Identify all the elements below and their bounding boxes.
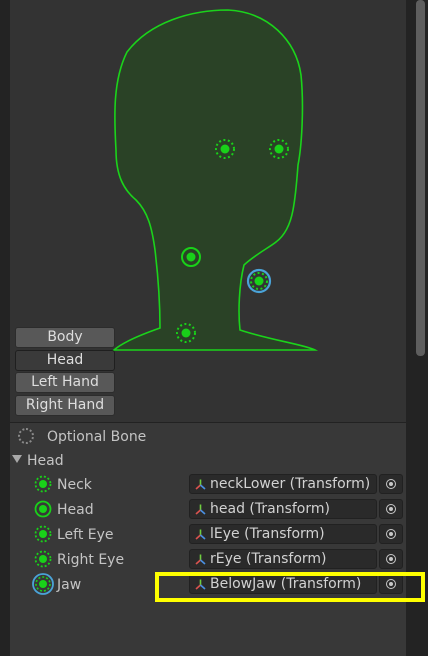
head-transform-field[interactable]: head (Transform) <box>189 499 377 519</box>
object-picker-icon <box>386 504 396 514</box>
left-eye-transform-field[interactable]: lEye (Transform) <box>189 524 377 544</box>
optional-bone-icon <box>18 428 34 444</box>
neck-bone-status-icon <box>34 475 52 493</box>
jaw-bone-status-icon <box>32 573 54 595</box>
body-part-button-head[interactable]: Head <box>15 350 115 371</box>
head-transform-value: head (Transform) <box>210 501 330 517</box>
object-picker-button[interactable] <box>379 549 403 569</box>
head-group-foldout[interactable]: Head <box>27 451 64 471</box>
left-eye-transform-value: lEye (Transform) <box>210 526 325 542</box>
body-part-button-body[interactable]: Body <box>15 327 115 348</box>
object-picker-icon <box>386 554 396 564</box>
body-part-button-left-hand[interactable]: Left Hand <box>15 372 115 393</box>
transform-icon <box>195 479 206 490</box>
object-picker-button[interactable] <box>379 474 403 494</box>
right-eye-bone-status-icon <box>34 550 52 568</box>
optional-bone-legend: Optional Bone <box>47 429 147 445</box>
left-eye-bone-status-icon <box>34 525 52 543</box>
transform-icon <box>195 554 206 565</box>
left-eye-label: Left Eye <box>57 527 114 543</box>
body-part-button-right-hand[interactable]: Right Hand <box>15 395 115 416</box>
jaw-label: Jaw <box>57 577 82 593</box>
object-picker-button[interactable] <box>379 499 403 519</box>
object-picker-icon <box>386 479 396 489</box>
head-bone-status-icon <box>34 500 52 518</box>
transform-icon <box>195 529 206 540</box>
divider <box>10 422 406 423</box>
scrollbar-thumb[interactable] <box>416 0 425 356</box>
head-outline <box>111 9 319 351</box>
jaw-bone-marker[interactable] <box>246 268 272 294</box>
neck-transform-field[interactable]: neckLower (Transform) <box>189 474 377 494</box>
transform-icon <box>195 504 206 515</box>
neck-label: Neck <box>57 477 92 493</box>
right-eye-label: Right Eye <box>57 552 125 568</box>
object-picker-icon <box>386 529 396 539</box>
foldout-arrow-icon[interactable] <box>12 455 22 463</box>
right-eye-transform-value: rEye (Transform) <box>210 551 327 567</box>
head-label: Head <box>57 502 94 518</box>
object-picker-button[interactable] <box>379 524 403 544</box>
jaw-field-highlight <box>155 572 425 602</box>
right-eye-transform-field[interactable]: rEye (Transform) <box>189 549 377 569</box>
neck-transform-value: neckLower (Transform) <box>210 476 371 492</box>
